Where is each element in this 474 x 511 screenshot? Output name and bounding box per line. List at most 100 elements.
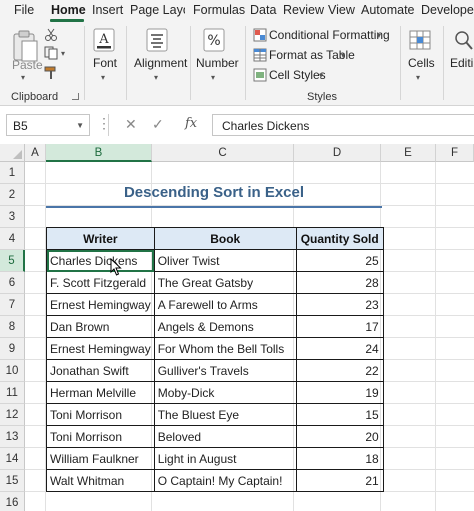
conditional-formatting-icon[interactable]	[253, 28, 267, 45]
editing-button-label[interactable]: Editi	[450, 56, 473, 70]
book-cell[interactable]: Angels & Demons	[153, 315, 297, 338]
row-header-3[interactable]: 3	[0, 206, 25, 228]
quantity-cell[interactable]: 18	[295, 447, 384, 470]
cell-styles-chevron-icon[interactable]: ▾	[319, 71, 323, 80]
row-header-1[interactable]: 1	[0, 162, 25, 184]
column-header-f[interactable]: F	[436, 144, 474, 162]
copy-chevron-icon[interactable]: ▾	[61, 49, 65, 58]
column-header-c[interactable]: C	[152, 144, 294, 162]
row-header-15[interactable]: 15	[0, 470, 25, 492]
header-book[interactable]: Book	[153, 227, 297, 250]
tab-formulas[interactable]: Formulas	[193, 3, 245, 17]
format-as-table-chevron-icon[interactable]: ▾	[341, 51, 345, 60]
tab-home[interactable]: Home	[51, 3, 86, 17]
clipboard-launcher-icon[interactable]	[72, 93, 79, 100]
enter-icon[interactable]: ✓	[152, 116, 164, 133]
quantity-cell[interactable]: 24	[295, 337, 384, 360]
book-cell[interactable]: Beloved	[153, 425, 297, 448]
tab-file[interactable]: File	[14, 3, 34, 17]
column-header-a[interactable]: A	[25, 144, 46, 162]
row-header-8[interactable]: 8	[0, 316, 25, 338]
font-chevron-icon[interactable]: ▾	[101, 73, 105, 82]
quantity-cell[interactable]: 21	[295, 469, 384, 492]
book-cell[interactable]: Moby-Dick	[153, 381, 297, 404]
row-header-7[interactable]: 7	[0, 294, 25, 316]
alignment-icon[interactable]	[146, 28, 168, 55]
conditional-formatting-chevron-icon[interactable]: ▾	[377, 31, 381, 40]
tab-insert[interactable]: Insert	[92, 3, 123, 17]
quantity-cell[interactable]: 15	[295, 403, 384, 426]
number-chevron-icon[interactable]: ▾	[211, 73, 215, 82]
writer-cell[interactable]: Walt Whitman	[46, 469, 155, 492]
cancel-icon[interactable]: ✕	[125, 116, 137, 133]
header-writer[interactable]: Writer	[46, 227, 155, 250]
insert-function-icon[interactable]: fx	[185, 116, 197, 131]
row-header-6[interactable]: 6	[0, 272, 25, 294]
row-header-11[interactable]: 11	[0, 382, 25, 404]
worksheet-grid[interactable]: A B C D E F 1 2 3 4 5 6 7 8 9 10 11 12 13 14 15 16 Desc…	[0, 144, 474, 511]
writer-cell[interactable]: F. Scott Fitzgerald	[46, 271, 155, 294]
writer-cell[interactable]: Ernest Hemingway	[46, 293, 155, 316]
name-box[interactable]: B5 ▼	[6, 114, 90, 136]
format-painter-icon[interactable]	[44, 66, 58, 83]
row-header-13[interactable]: 13	[0, 426, 25, 448]
row-header-4[interactable]: 4	[0, 228, 25, 250]
quantity-cell[interactable]: 28	[295, 271, 384, 294]
row-header-10[interactable]: 10	[0, 360, 25, 382]
font-icon[interactable]: A	[93, 28, 115, 55]
quantity-cell[interactable]: 23	[295, 293, 384, 316]
book-cell[interactable]: The Bluest Eye	[153, 403, 297, 426]
formula-input[interactable]: Charles Dickens	[212, 114, 474, 136]
alignment-chevron-icon[interactable]: ▾	[154, 73, 158, 82]
chevron-down-icon[interactable]: ▼	[76, 121, 84, 130]
book-cell[interactable]: Oliver Twist	[153, 249, 297, 272]
quantity-cell[interactable]: 22	[295, 359, 384, 382]
tab-data[interactable]: Data	[250, 3, 276, 17]
writer-cell[interactable]: Herman Melville	[46, 381, 155, 404]
search-icon[interactable]	[452, 28, 474, 55]
number-button-label[interactable]: Number	[196, 56, 239, 70]
format-as-table-icon[interactable]	[253, 48, 267, 65]
select-all-button[interactable]	[0, 144, 25, 162]
quantity-cell[interactable]: 20	[295, 425, 384, 448]
writer-cell[interactable]: William Faulkner	[46, 447, 155, 470]
column-header-b[interactable]: B	[46, 144, 152, 162]
row-header-14[interactable]: 14	[0, 448, 25, 470]
column-header-e[interactable]: E	[381, 144, 436, 162]
tab-developer[interactable]: Developer	[421, 3, 474, 17]
cell-styles-button[interactable]: Cell Styles	[269, 68, 326, 82]
quantity-cell[interactable]: 17	[295, 315, 384, 338]
writer-cell[interactable]: Toni Morrison	[46, 403, 155, 426]
quantity-cell[interactable]: 19	[295, 381, 384, 404]
cut-icon[interactable]	[44, 28, 58, 45]
writer-cell[interactable]: Dan Brown	[46, 315, 155, 338]
book-cell[interactable]: A Farewell to Arms	[153, 293, 297, 316]
book-cell[interactable]: Gulliver's Travels	[153, 359, 297, 382]
row-header-16[interactable]: 16	[0, 492, 25, 511]
sheet-title[interactable]: Descending Sort in Excel	[46, 184, 382, 201]
copy-icon[interactable]	[44, 46, 60, 63]
writer-cell[interactable]: Ernest Hemingway	[46, 337, 155, 360]
column-header-d[interactable]: D	[294, 144, 381, 162]
tab-page-layout[interactable]: Page Layout	[130, 3, 185, 17]
tab-automate[interactable]: Automate	[361, 3, 415, 17]
book-cell[interactable]: The Great Gatsby	[153, 271, 297, 294]
quantity-cell[interactable]: 25	[295, 249, 384, 272]
book-cell[interactable]: Light in August	[153, 447, 297, 470]
font-button-label[interactable]: Font	[93, 56, 117, 70]
percent-icon[interactable]: %	[203, 28, 225, 55]
alignment-button-label[interactable]: Alignment	[134, 56, 187, 70]
book-cell[interactable]: For Whom the Bell Tolls	[153, 337, 297, 360]
cells-chevron-icon[interactable]: ▾	[416, 73, 420, 82]
row-header-12[interactable]: 12	[0, 404, 25, 426]
cell-styles-icon[interactable]	[253, 68, 267, 85]
row-header-2[interactable]: 2	[0, 184, 25, 206]
conditional-formatting-button[interactable]: Conditional Formatting	[269, 28, 390, 42]
cells-icon[interactable]	[409, 28, 431, 55]
tab-review[interactable]: Review	[283, 3, 324, 17]
writer-cell[interactable]: Jonathan Swift	[46, 359, 155, 382]
tab-view[interactable]: View	[328, 3, 355, 17]
row-header-9[interactable]: 9	[0, 338, 25, 360]
writer-cell[interactable]: Toni Morrison	[46, 425, 155, 448]
cells-button-label[interactable]: Cells	[408, 56, 435, 70]
